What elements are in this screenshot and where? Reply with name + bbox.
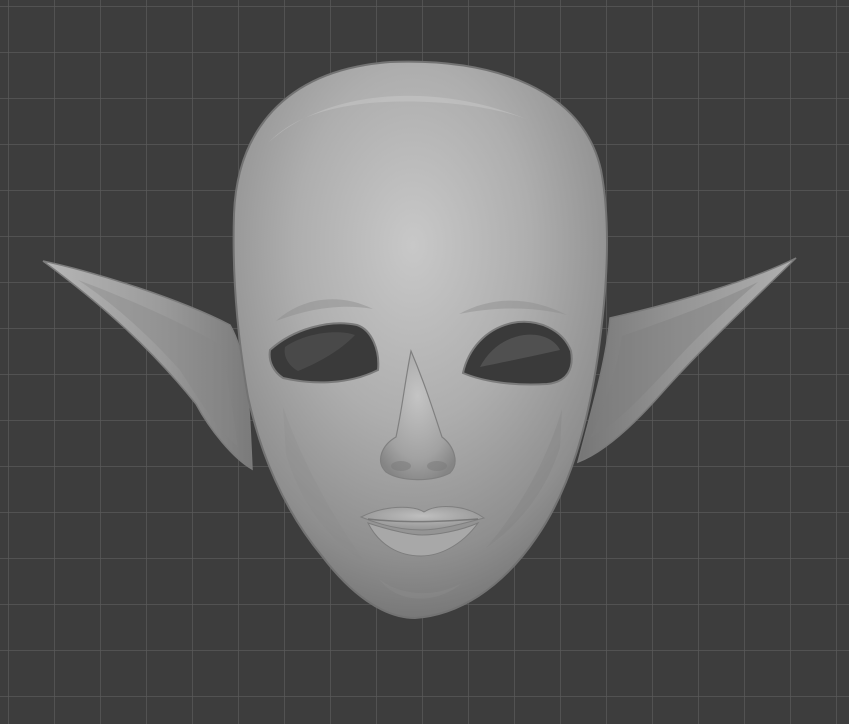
sculpt-scene[interactable] xyxy=(0,0,849,724)
right-ear[interactable] xyxy=(576,257,797,464)
3d-viewport[interactable] xyxy=(0,0,849,724)
sculpt-model-svg[interactable] xyxy=(0,0,849,724)
left-ear[interactable] xyxy=(42,260,253,471)
